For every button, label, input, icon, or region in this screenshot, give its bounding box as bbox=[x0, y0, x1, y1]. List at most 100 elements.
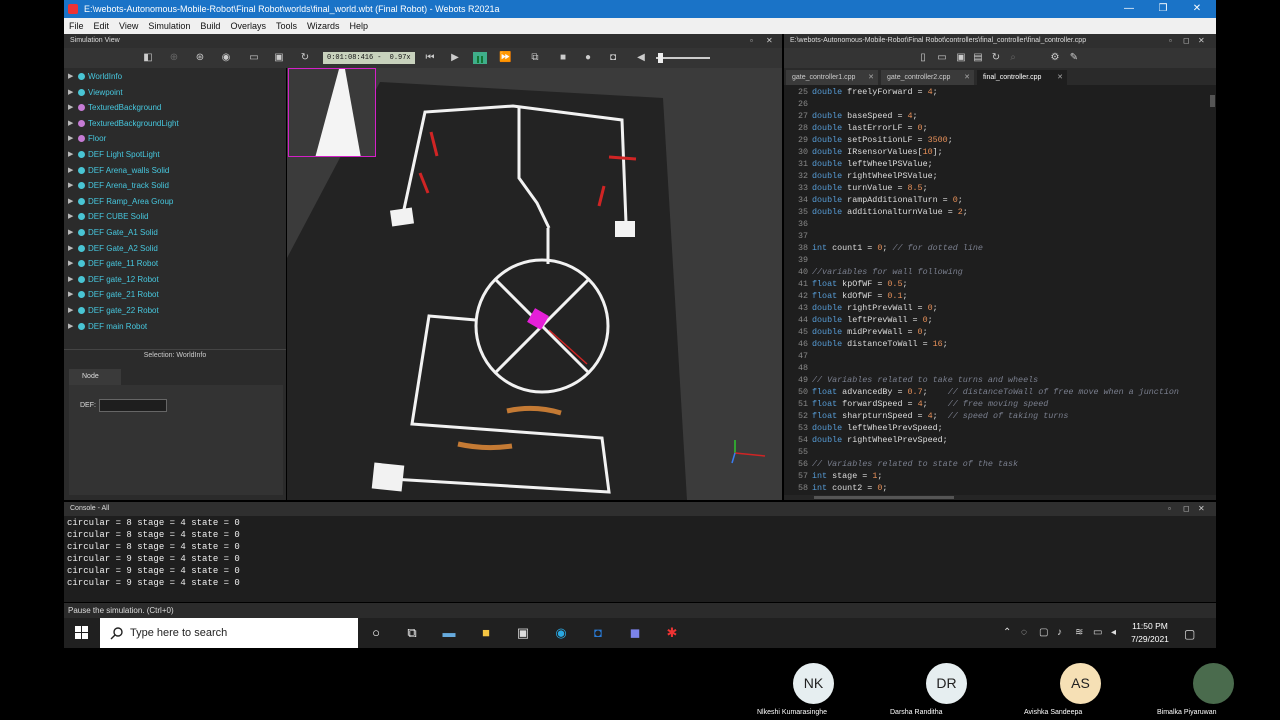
expand-arrow-icon[interactable]: ▶ bbox=[68, 272, 73, 287]
battery-icon[interactable]: ▭ bbox=[1093, 627, 1102, 638]
save-world-icon[interactable]: ▣ bbox=[273, 52, 285, 64]
expand-arrow-icon[interactable]: ▶ bbox=[68, 100, 73, 115]
toggle-scene-tree-icon[interactable]: ◧ bbox=[142, 52, 154, 64]
editor-vertical-scrollbar[interactable] bbox=[1210, 95, 1215, 107]
expand-arrow-icon[interactable]: ▶ bbox=[68, 147, 73, 162]
save-all-icon[interactable]: ▤ bbox=[972, 52, 984, 64]
screenshot-icon[interactable]: ◘ bbox=[607, 52, 619, 64]
tray-mic-icon[interactable]: ♪ bbox=[1057, 627, 1062, 638]
maximize-console-icon[interactable]: ◻ bbox=[1183, 502, 1190, 516]
find-icon[interactable]: ⌕ bbox=[1007, 52, 1019, 64]
code-editor[interactable]: 25 double freelyForward = 4; 26 27 double ba… bbox=[784, 85, 1216, 495]
close-button[interactable]: ✕ bbox=[1180, 0, 1214, 18]
volume-icon[interactable]: ◀ bbox=[635, 52, 647, 64]
store-icon[interactable]: ▣ bbox=[512, 622, 534, 644]
volume-slider-handle[interactable] bbox=[658, 53, 663, 63]
expand-arrow-icon[interactable]: ▶ bbox=[68, 225, 73, 240]
float-editor-icon[interactable]: ▫ bbox=[1169, 34, 1172, 48]
expand-arrow-icon[interactable]: ▶ bbox=[68, 116, 73, 131]
volume-tray-icon[interactable]: ◂ bbox=[1111, 627, 1116, 638]
expand-arrow-icon[interactable]: ▶ bbox=[68, 85, 73, 100]
tray-app-icon[interactable]: ◌ bbox=[1021, 627, 1027, 638]
add-node-icon[interactable]: ⊕ bbox=[168, 52, 180, 64]
open-file-icon[interactable]: ▭ bbox=[936, 52, 948, 64]
cortana-icon[interactable]: ○ bbox=[365, 622, 387, 644]
wifi-icon[interactable]: ≋ bbox=[1075, 627, 1083, 638]
participant-tile[interactable]: DR Darsha Randitha bbox=[882, 650, 1012, 720]
close-tab-icon[interactable]: ✕ bbox=[868, 70, 874, 85]
float-console-icon[interactable]: ▫ bbox=[1168, 502, 1171, 516]
console-output[interactable]: circular = 8 stage = 4 state = 0 circular… bbox=[64, 516, 1216, 602]
menu-wizards[interactable]: Wizards bbox=[302, 21, 345, 31]
tray-device-icon[interactable]: ▢ bbox=[1039, 627, 1048, 638]
expand-arrow-icon[interactable]: ▶ bbox=[68, 287, 73, 302]
close-editor-icon[interactable]: ✕ bbox=[1198, 34, 1205, 48]
participant-tile[interactable]: AS Avishka Sandeepa bbox=[1016, 650, 1146, 720]
robot-camera-overlay[interactable] bbox=[288, 68, 376, 157]
expand-arrow-icon[interactable]: ▶ bbox=[68, 194, 73, 209]
tray-chevron-icon[interactable]: ⌃ bbox=[1003, 627, 1011, 638]
expand-arrow-icon[interactable]: ▶ bbox=[68, 256, 73, 271]
expand-arrow-icon[interactable]: ▶ bbox=[68, 303, 73, 318]
menu-file[interactable]: File bbox=[64, 21, 89, 31]
task-view-icon[interactable]: ⧉ bbox=[401, 622, 423, 644]
record-icon[interactable]: ● bbox=[582, 52, 594, 64]
close-console-icon[interactable]: ✕ bbox=[1198, 502, 1205, 516]
new-file-icon[interactable]: ▯ bbox=[917, 52, 929, 64]
stop-icon[interactable]: ■ bbox=[557, 52, 569, 64]
eye-icon[interactable]: ◉ bbox=[220, 52, 232, 64]
open-world-icon[interactable]: ▭ bbox=[248, 52, 260, 64]
expand-arrow-icon[interactable]: ▶ bbox=[68, 163, 73, 178]
step-icon[interactable]: ▶ bbox=[449, 52, 461, 64]
revert-icon[interactable]: ↻ bbox=[990, 52, 1002, 64]
expand-arrow-icon[interactable]: ▶ bbox=[68, 319, 73, 334]
pause-button[interactable] bbox=[473, 52, 487, 64]
maximize-editor-icon[interactable]: ◻ bbox=[1183, 34, 1190, 48]
windows-start-icon[interactable] bbox=[75, 626, 89, 640]
webots-taskbar-icon[interactable]: ✱ bbox=[661, 622, 683, 644]
expand-arrow-icon[interactable]: ▶ bbox=[68, 69, 73, 84]
menu-simulation[interactable]: Simulation bbox=[143, 21, 195, 31]
expand-arrow-icon[interactable]: ▶ bbox=[68, 178, 73, 193]
notifications-icon[interactable]: ▢ bbox=[1184, 627, 1195, 641]
close-panel-icon[interactable]: ✕ bbox=[766, 34, 773, 48]
menu-edit[interactable]: Edit bbox=[89, 21, 115, 31]
menu-overlays[interactable]: Overlays bbox=[225, 21, 271, 31]
save-file-icon[interactable]: ▣ bbox=[955, 52, 967, 64]
reload-world-icon[interactable]: ↻ bbox=[299, 52, 311, 64]
minimize-button[interactable]: — bbox=[1112, 0, 1146, 18]
menu-build[interactable]: Build bbox=[195, 21, 225, 31]
app-icon-1[interactable]: ▬ bbox=[438, 622, 460, 644]
tab-gate-controller1[interactable]: gate_controller1.cpp ✕ bbox=[786, 70, 878, 85]
outlook-icon[interactable]: ◘ bbox=[587, 622, 609, 644]
file-explorer-icon[interactable]: ■ bbox=[475, 622, 497, 644]
clean-icon[interactable]: ✎ bbox=[1068, 52, 1080, 64]
participant-tile[interactable]: Bimalka Piyaruwan bbox=[1149, 650, 1279, 720]
rendering-icon[interactable]: ⧉ bbox=[529, 52, 541, 64]
menu-tools[interactable]: Tools bbox=[271, 21, 302, 31]
def-input[interactable] bbox=[99, 399, 167, 412]
volume-slider-track[interactable] bbox=[656, 57, 710, 59]
tab-final-controller[interactable]: final_controller.cpp ✕ bbox=[977, 70, 1067, 85]
expand-arrow-icon[interactable]: ▶ bbox=[68, 131, 73, 146]
edge-icon[interactable]: ◉ bbox=[550, 622, 572, 644]
reset-simulation-icon[interactable]: ⏮ bbox=[424, 52, 436, 64]
close-tab-icon[interactable]: ✕ bbox=[964, 70, 970, 85]
taskbar-clock[interactable]: 11:50 PM 7/29/2021 bbox=[1122, 620, 1178, 646]
menu-view[interactable]: View bbox=[114, 21, 143, 31]
tab-gate-controller2[interactable]: gate_controller2.cpp ✕ bbox=[881, 70, 974, 85]
participant-tile[interactable]: NK Nlkeshi Kumarasinghe bbox=[749, 650, 879, 720]
maximize-button[interactable]: ❐ bbox=[1146, 0, 1180, 18]
viewpoint-icon[interactable]: ⊛ bbox=[194, 52, 206, 64]
float-panel-icon[interactable]: ▫ bbox=[750, 34, 753, 48]
scene-tree-label: DEF gate_11 Robot bbox=[88, 259, 159, 269]
fast-forward-icon[interactable]: ⏩ bbox=[499, 52, 511, 64]
expand-arrow-icon[interactable]: ▶ bbox=[68, 241, 73, 256]
editor-horizontal-scrollbar[interactable] bbox=[784, 495, 1216, 500]
tab-node[interactable]: Node bbox=[69, 369, 121, 385]
close-tab-icon[interactable]: ✕ bbox=[1057, 70, 1063, 85]
expand-arrow-icon[interactable]: ▶ bbox=[68, 209, 73, 224]
teams-icon[interactable]: ◼ bbox=[624, 622, 646, 644]
menu-help[interactable]: Help bbox=[344, 21, 373, 31]
build-icon[interactable]: ⚙ bbox=[1049, 52, 1061, 64]
